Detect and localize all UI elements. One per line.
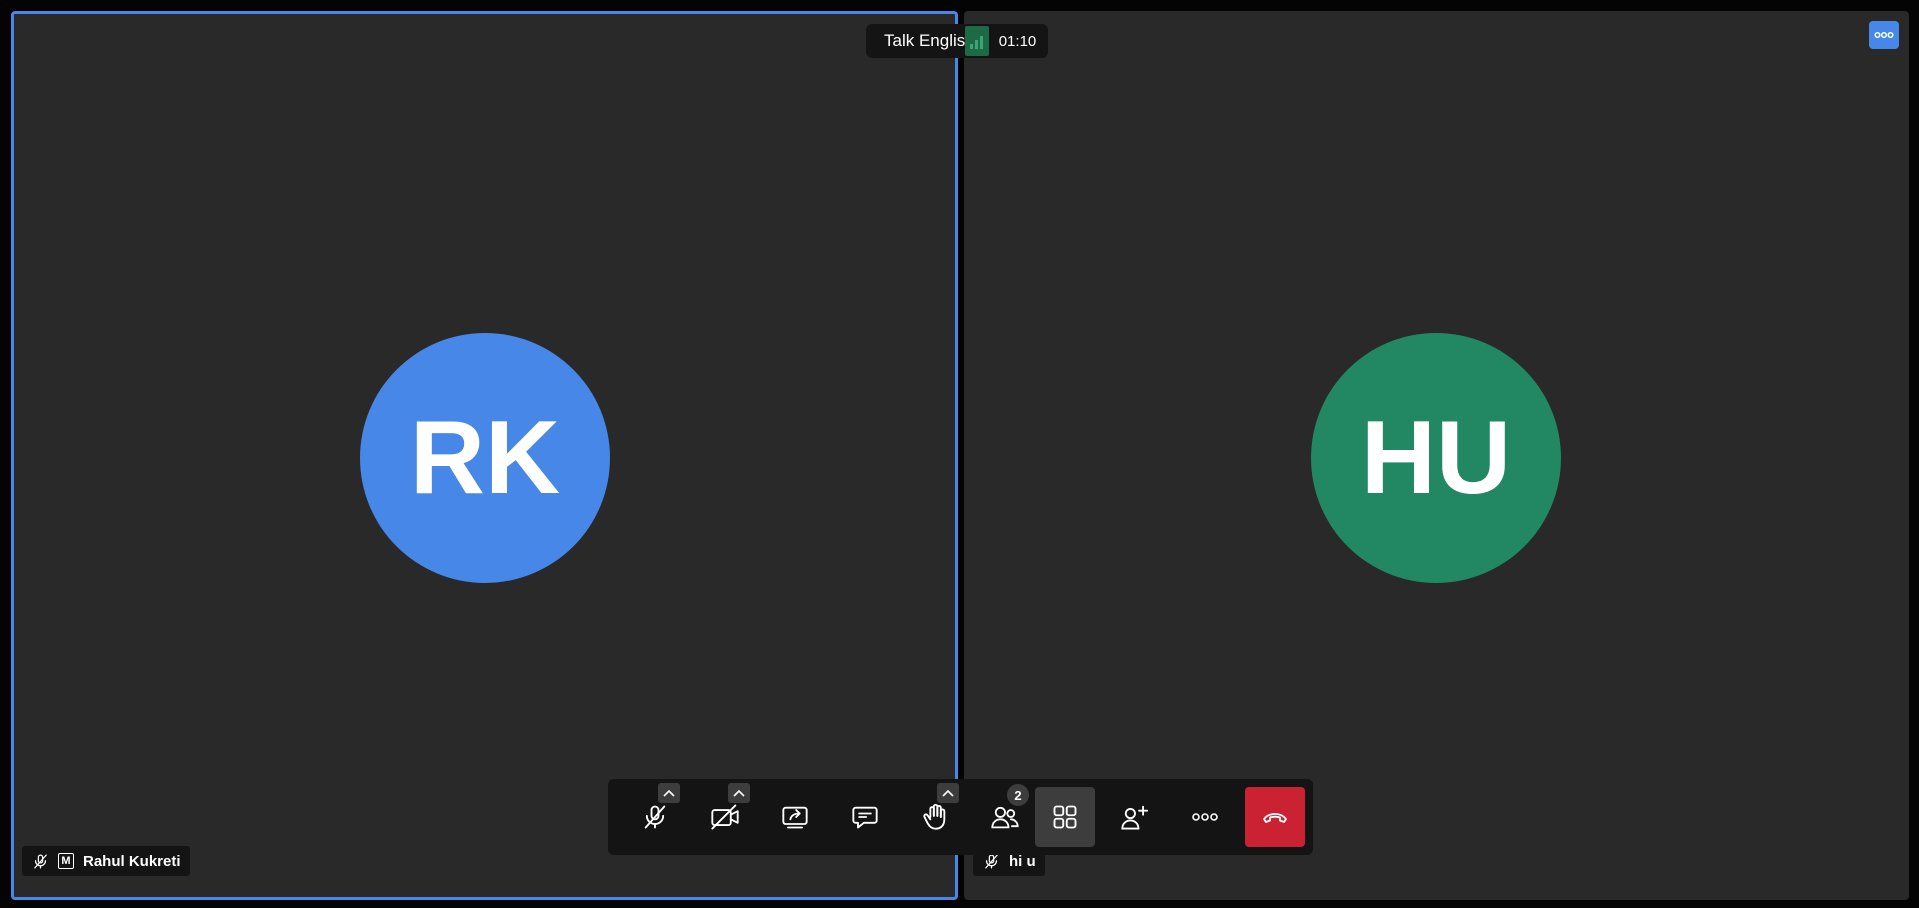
participants-count-badge: 2 <box>1007 784 1029 806</box>
camera-menu-button[interactable] <box>728 783 750 803</box>
invite-button[interactable] <box>1105 787 1165 847</box>
meeting-title-bar: Talk English 01:10 <box>866 24 1049 58</box>
participant-tile-remote[interactable]: HU <box>964 11 1909 900</box>
share-screen-icon <box>782 806 808 829</box>
tile-view-icon <box>1053 805 1077 829</box>
meeting-toolbar: 2 <box>608 779 1313 855</box>
hand-icon <box>923 803 946 830</box>
more-icon <box>1192 813 1218 821</box>
hangup-button[interactable] <box>1245 787 1305 847</box>
participant-name: Rahul Kukreti <box>83 852 181 870</box>
raise-hand-menu-button[interactable] <box>937 783 959 803</box>
share-screen-button[interactable] <box>765 787 825 847</box>
chevron-up-icon <box>733 789 745 797</box>
avatar-initials: HU <box>1360 399 1512 516</box>
connection-indicator-icon[interactable] <box>964 26 989 56</box>
meeting-timer: 01:10 <box>996 32 1039 50</box>
more-button[interactable] <box>1175 787 1235 847</box>
add-person-icon <box>1121 805 1149 830</box>
moderator-badge: M <box>58 853 74 869</box>
avatar-initials: RK <box>409 399 561 516</box>
participant-tile-local[interactable]: RK <box>11 11 958 900</box>
chat-icon <box>852 806 878 829</box>
conference-stage: RK HU M Rahul Kukreti hi u Talk English <box>0 0 1919 908</box>
participants-icon <box>991 806 1019 829</box>
chevron-up-icon <box>663 789 675 797</box>
chevron-up-icon <box>942 789 954 797</box>
participant-name: hi u <box>1009 852 1036 870</box>
more-icon <box>1874 31 1894 39</box>
microphone-muted-icon <box>644 805 666 829</box>
camera-off-icon <box>711 804 739 830</box>
tile-view-button[interactable] <box>1035 787 1095 847</box>
avatar: RK <box>360 333 610 583</box>
hangup-icon <box>1263 813 1287 823</box>
meeting-title: Talk English <box>884 31 975 50</box>
avatar: HU <box>1311 333 1561 583</box>
tile-options-button[interactable] <box>1869 21 1899 49</box>
name-tag-local: M Rahul Kukreti <box>22 846 190 876</box>
microphone-muted-icon <box>983 853 1000 870</box>
microphone-menu-button[interactable] <box>658 783 680 803</box>
microphone-muted-icon <box>32 853 49 870</box>
chat-button[interactable] <box>835 787 895 847</box>
